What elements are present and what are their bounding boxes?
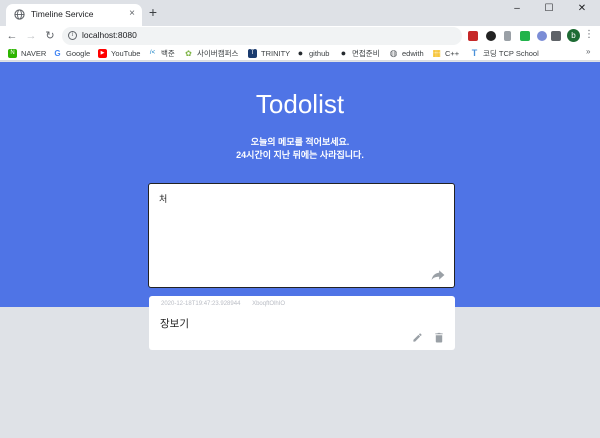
bookmark-interview-prep[interactable]: ● 면접준비 — [339, 47, 380, 60]
bookmark-google[interactable]: G Google — [53, 47, 90, 60]
page-content: Todolist 오늘의 메모를 적어보세요. 24시간이 지난 뒤에는 사라집… — [0, 62, 600, 438]
google-icon: G — [53, 49, 62, 58]
bookmark-trinity[interactable]: T TRINITY — [248, 47, 290, 60]
tcpschool-icon: T — [470, 48, 479, 58]
bookmark-cybercampus[interactable]: ✿ 사이버캠퍼스 — [184, 47, 238, 60]
maximize-button[interactable]: ☐ — [533, 0, 565, 20]
bookmark-cpp[interactable]: ▦ C++ — [432, 47, 459, 60]
tab-close-icon[interactable]: × — [129, 7, 135, 21]
address-bar[interactable]: i localhost:8080 — [62, 27, 462, 45]
bookmark-naver[interactable]: N NAVER — [8, 47, 46, 60]
baekjoon-icon: /< — [148, 49, 157, 58]
share-arrow-icon[interactable] — [431, 269, 445, 281]
github-icon: ● — [296, 48, 305, 58]
bookmark-github[interactable]: ● github — [296, 47, 329, 60]
ublock-extension-icon[interactable] — [468, 31, 478, 41]
profile-avatar[interactable]: b — [567, 29, 580, 42]
trinity-icon: T — [248, 49, 257, 58]
subtitle-line-1: 오늘의 메모를 적어보세요. — [250, 137, 350, 147]
check-extension-icon[interactable] — [537, 31, 547, 41]
extension-icon[interactable] — [486, 31, 496, 41]
forward-button[interactable]: → — [23, 28, 39, 44]
bookmark-tcpschool[interactable]: T 코딩 TCP School — [470, 47, 539, 60]
youtube-icon: ▶ — [98, 49, 107, 58]
info-icon[interactable]: i — [68, 31, 77, 40]
back-button[interactable]: ← — [4, 28, 20, 44]
reload-button[interactable]: ↻ — [42, 28, 58, 44]
globe-icon — [14, 9, 25, 20]
cpp-icon: ▦ — [432, 48, 441, 58]
browser-menu-icon[interactable]: ⋮ — [584, 29, 594, 43]
memo-meta: 2020-12-18T19:47:23.928944 XboqftOlhIO — [161, 301, 295, 307]
trash-icon[interactable] — [434, 332, 444, 343]
browser-toolbar: ← → ↻ i localhost:8080 b ⋮ — [0, 26, 600, 46]
bookmark-baekjoon[interactable]: /< 백준 — [148, 47, 175, 60]
cybercampus-icon: ✿ — [184, 49, 193, 58]
globe-icon: ◍ — [389, 48, 398, 58]
bookmark-edwith[interactable]: ◍ edwith — [389, 47, 424, 60]
new-tab-button[interactable]: + — [146, 5, 160, 20]
tab-title: Timeline Service — [31, 9, 94, 19]
hero-section: Todolist 오늘의 메모를 적어보세요. 24시간이 지난 뒤에는 사라집… — [0, 62, 600, 307]
bookmarks-bar: N NAVER G Google ▶ YouTube /< 백준 ✿ 사이버캠퍼… — [0, 46, 600, 61]
memo-textarea[interactable] — [149, 184, 454, 287]
download-extension-icon[interactable] — [504, 31, 511, 41]
minimize-button[interactable]: – — [501, 0, 533, 20]
memo-content: 장보기 — [160, 318, 189, 330]
memo-author: XboqftOlhIO — [252, 301, 286, 307]
memo-input-box — [148, 183, 455, 288]
memo-timestamp: 2020-12-18T19:47:23.928944 — [161, 301, 241, 307]
page-title: Todolist — [255, 89, 345, 119]
green-extension-icon[interactable] — [520, 31, 530, 41]
bookmarks-overflow-button[interactable]: » — [586, 47, 590, 56]
bookmark-youtube[interactable]: ▶ YouTube — [98, 47, 140, 60]
pencil-icon[interactable] — [412, 332, 423, 343]
window-close-button[interactable]: ✕ — [566, 0, 598, 20]
tab-strip: Timeline Service × + – ☐ ✕ — [0, 0, 600, 26]
url-text[interactable]: localhost:8080 — [82, 30, 137, 40]
puzzle-extensions-icon[interactable] — [551, 31, 561, 41]
github-icon: ● — [339, 48, 348, 58]
naver-icon: N — [8, 49, 17, 58]
page-subtitle: 오늘의 메모를 적어보세요. 24시간이 지난 뒤에는 사라집니다. — [0, 136, 600, 162]
subtitle-line-2: 24시간이 지난 뒤에는 사라집니다. — [236, 150, 364, 160]
memo-card: 2020-12-18T19:47:23.928944 XboqftOlhIO 장… — [149, 296, 455, 350]
browser-tab[interactable]: Timeline Service × — [6, 4, 142, 26]
